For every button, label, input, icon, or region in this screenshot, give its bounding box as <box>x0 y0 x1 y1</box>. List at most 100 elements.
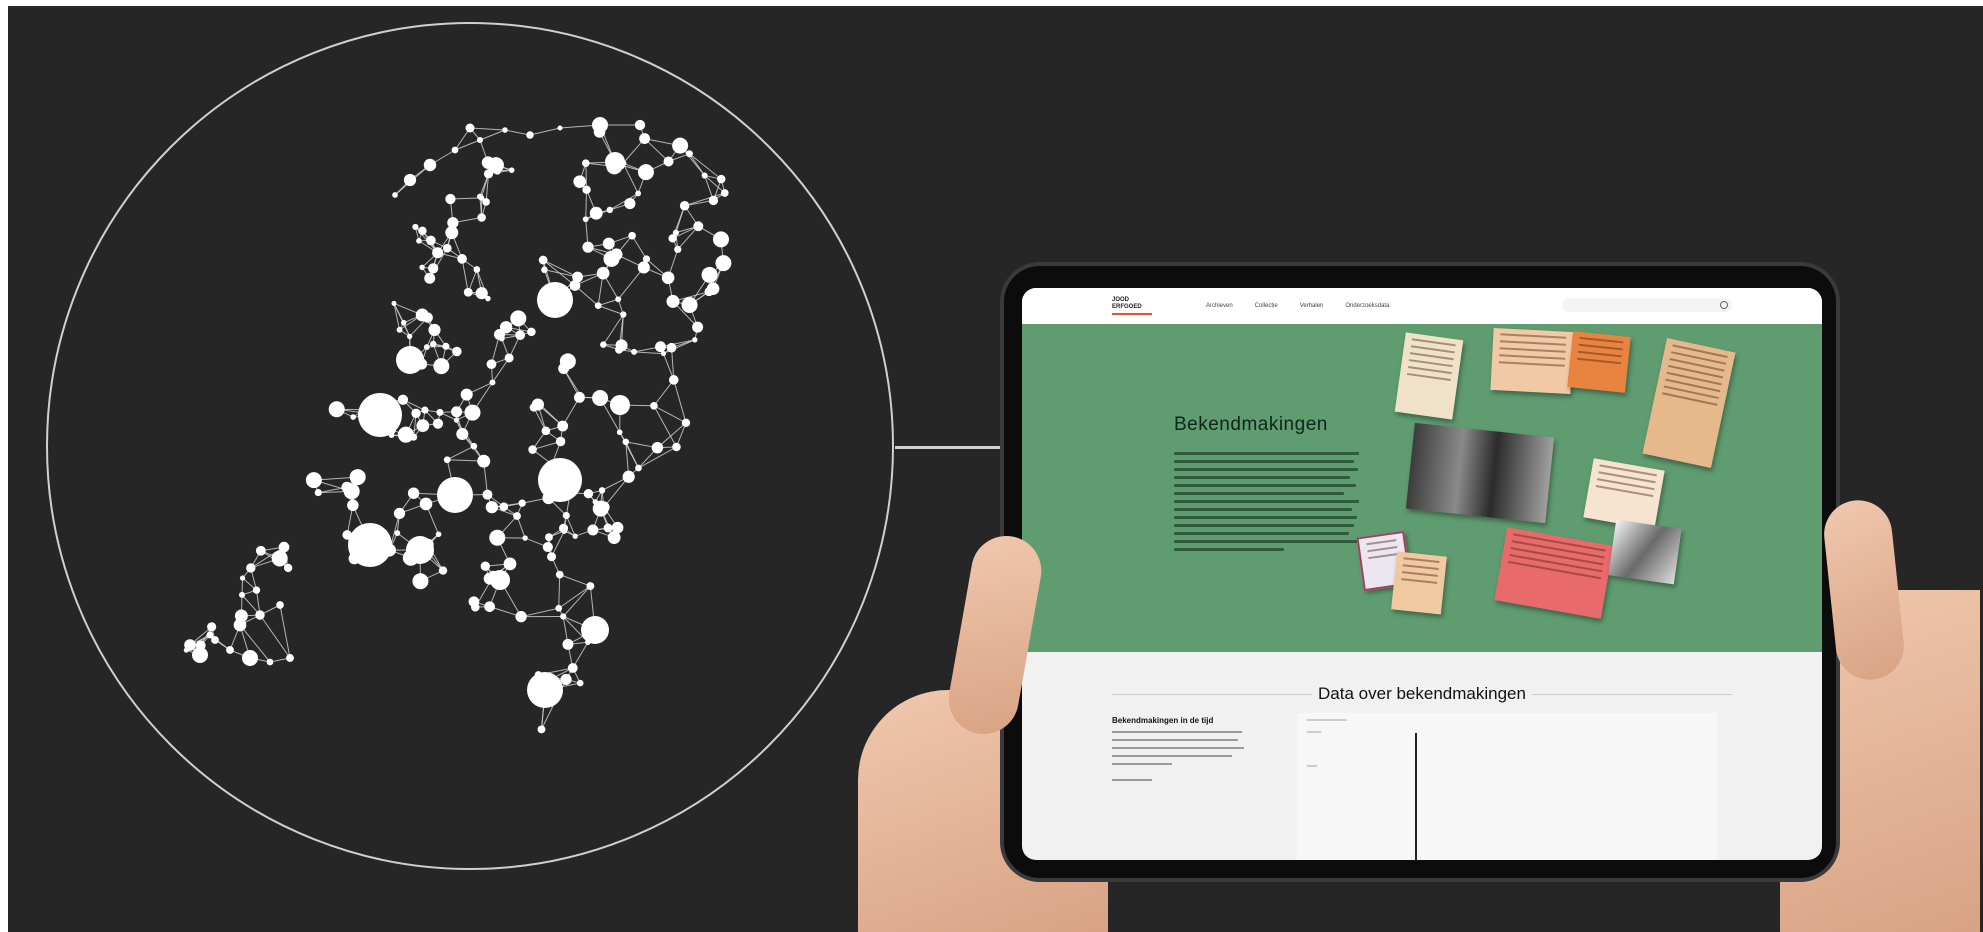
tablet-screen: JOOD ERFGOED Archieven Collectie Verhale… <box>1022 288 1822 860</box>
network-node <box>255 610 265 620</box>
nav-item[interactable]: Onderzoeksdata <box>1345 303 1389 309</box>
network-node <box>572 271 583 283</box>
network-node <box>477 213 486 222</box>
network-node <box>464 404 481 421</box>
hero-banner: Bekendmakingen <box>1022 324 1822 652</box>
network-node <box>423 344 430 350</box>
network-node <box>442 342 450 350</box>
network-node <box>526 131 534 139</box>
data-chart-panel <box>1297 713 1717 860</box>
network-node <box>504 353 514 363</box>
hero-title: Bekendmakingen <box>1174 414 1328 435</box>
network-node <box>562 511 570 520</box>
network-node <box>559 353 576 370</box>
network-node <box>483 169 494 179</box>
network-node <box>692 321 704 333</box>
network-node <box>531 398 544 411</box>
network-node <box>693 221 704 232</box>
network-node <box>572 533 578 539</box>
network-node <box>518 499 526 507</box>
network-node <box>255 545 266 556</box>
network-edge <box>446 445 475 461</box>
network-node <box>445 193 456 205</box>
network-node <box>397 426 414 443</box>
network-node <box>489 379 496 386</box>
network-edge <box>529 127 561 136</box>
network-node <box>573 175 586 188</box>
network-edge <box>558 574 561 609</box>
network-node <box>481 156 495 169</box>
nav-links: Archieven Collectie Verhalen Onderzoeksd… <box>1206 303 1389 309</box>
network-node <box>560 673 572 686</box>
photo-image <box>1405 422 1555 524</box>
search-icon[interactable] <box>1720 301 1728 309</box>
network-node <box>328 401 345 418</box>
network-node <box>606 206 614 214</box>
network-node <box>436 408 444 416</box>
network-node <box>447 217 459 229</box>
network-node <box>527 672 563 708</box>
network-node <box>286 654 294 662</box>
network-node <box>541 266 548 274</box>
network-node <box>567 663 578 673</box>
network-node <box>358 393 402 437</box>
network-node <box>416 419 430 433</box>
network-node <box>508 167 515 173</box>
network-node <box>712 231 729 248</box>
network-node <box>681 418 691 428</box>
network-node <box>631 348 638 355</box>
network-node <box>717 174 726 184</box>
network-node <box>349 469 366 486</box>
nav-item[interactable]: Archieven <box>1206 303 1233 309</box>
logo-text: ERFGOED <box>1112 304 1142 310</box>
network-node <box>679 200 690 211</box>
document-image <box>1583 458 1665 530</box>
network-edge <box>634 351 664 355</box>
network-node <box>206 631 214 639</box>
network-node <box>598 487 606 494</box>
network-node <box>701 266 718 283</box>
network-node <box>605 152 625 172</box>
network-node <box>528 445 537 454</box>
network-node <box>391 300 397 306</box>
network-node <box>622 438 630 446</box>
network-node <box>537 725 546 734</box>
network-node <box>655 341 666 353</box>
network-node <box>586 582 595 591</box>
network-node <box>587 524 599 536</box>
network-node <box>637 261 650 274</box>
network-node <box>560 613 567 620</box>
network-edge <box>673 379 687 423</box>
network-node <box>522 535 528 541</box>
network-node <box>419 264 425 271</box>
site-logo[interactable]: JOOD ERFGOED <box>1112 297 1152 315</box>
search-input[interactable] <box>1562 298 1732 312</box>
network-node <box>271 550 288 567</box>
chart-axis <box>1415 733 1417 860</box>
network-node <box>708 195 719 206</box>
network-node <box>477 454 491 468</box>
network-node <box>681 296 698 313</box>
network-edge <box>562 585 591 617</box>
network-node <box>555 436 566 447</box>
network-node <box>578 394 585 401</box>
network-node <box>456 427 469 440</box>
network-node <box>443 456 451 464</box>
network-node <box>350 414 356 420</box>
network-node <box>403 173 417 187</box>
network-node <box>715 255 732 272</box>
network-edge <box>479 129 506 141</box>
network-node <box>407 487 420 499</box>
network-node <box>314 488 322 497</box>
network-node <box>463 287 473 297</box>
document-image <box>1391 551 1447 615</box>
network-node <box>661 271 675 285</box>
network-node <box>592 389 609 406</box>
section-divider <box>1532 694 1732 695</box>
network-node <box>284 563 293 573</box>
network-edge <box>504 129 531 136</box>
nav-item[interactable]: Verhalen <box>1300 303 1324 309</box>
nav-item[interactable]: Collectie <box>1255 303 1278 309</box>
network-node <box>537 282 573 318</box>
network-node <box>305 472 322 489</box>
